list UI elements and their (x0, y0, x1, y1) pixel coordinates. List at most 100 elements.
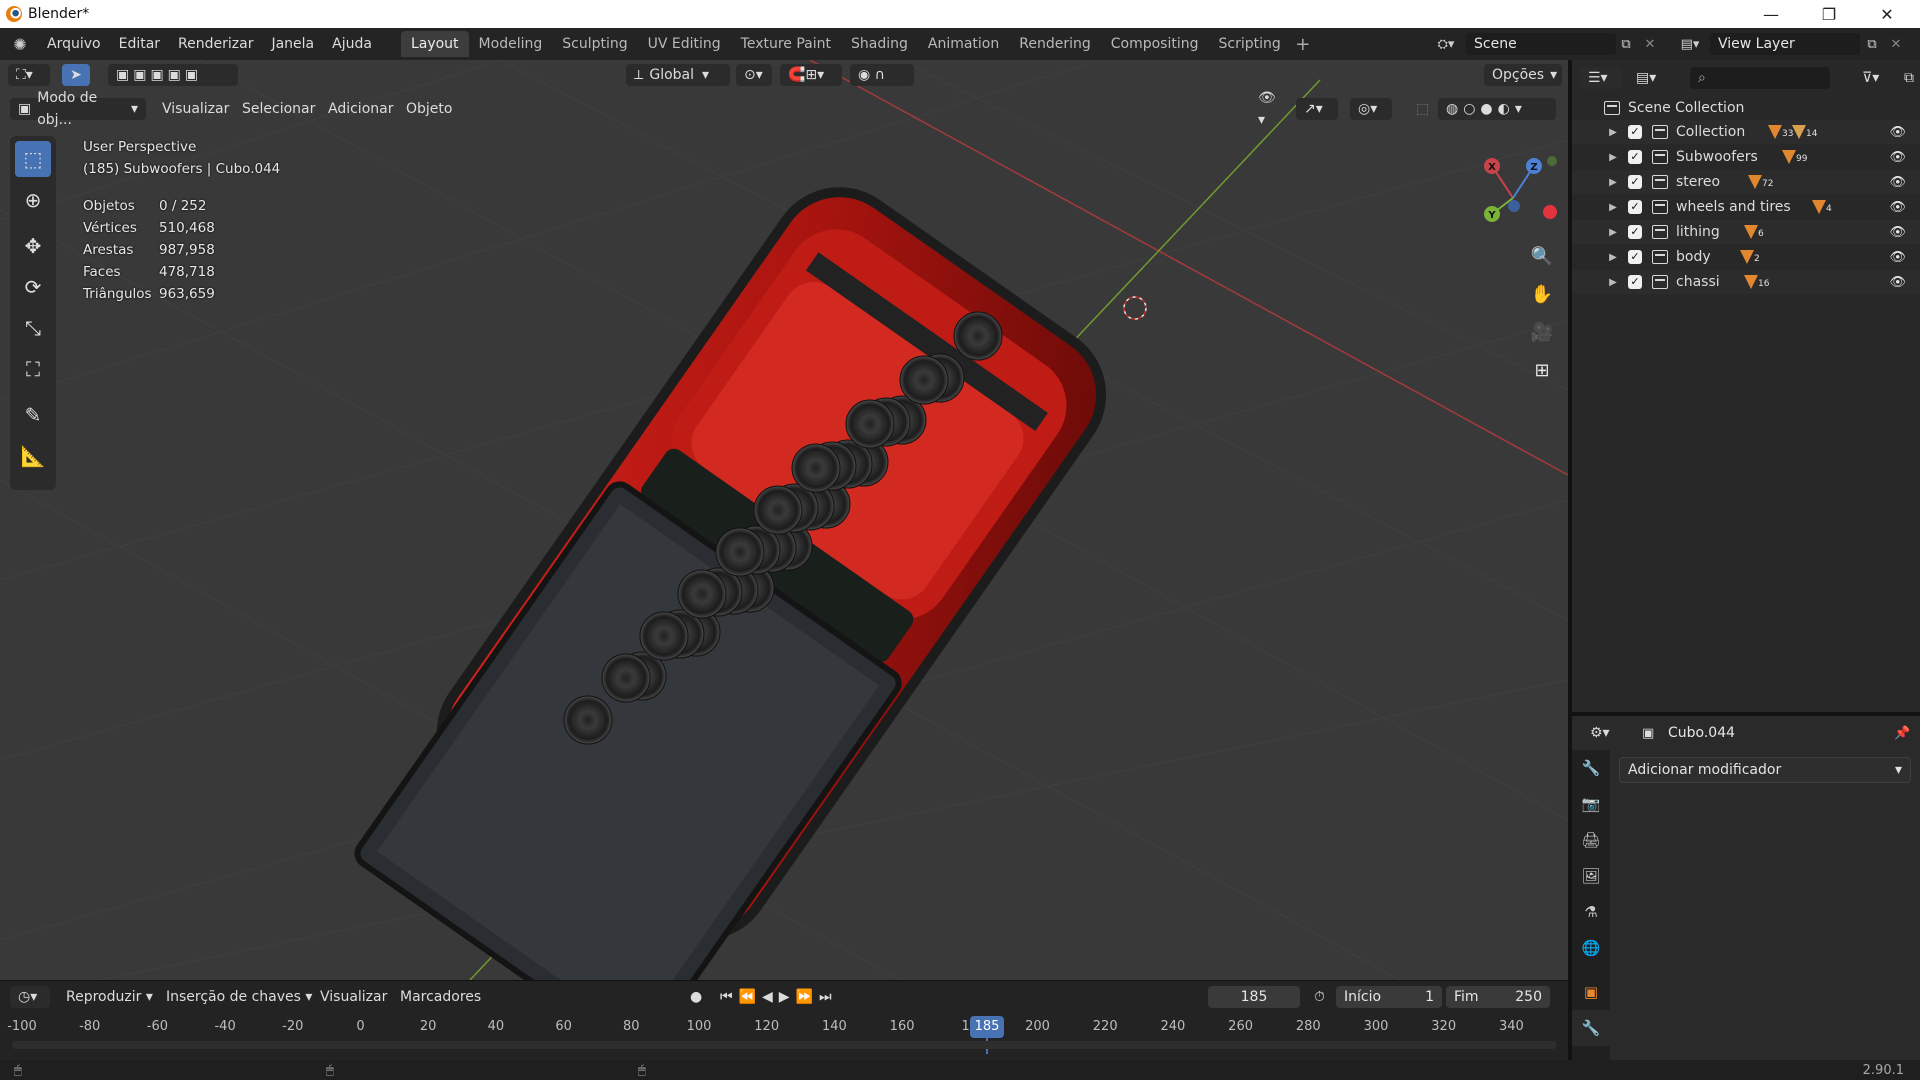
tab-animation[interactable]: Animation (918, 31, 1009, 57)
camera-view-icon[interactable]: 🎥 (1526, 316, 1558, 348)
outliner-collection-row[interactable]: ▶ ✓ Subwoofers 99 👁 (1572, 145, 1920, 169)
menu-adicionar[interactable]: Adicionar (320, 98, 401, 120)
display-mode-icon[interactable]: ▤▾ (1628, 67, 1666, 89)
gizmo-neg-y-axis[interactable] (1547, 156, 1557, 166)
render-tab-icon[interactable]: 📷 (1572, 786, 1610, 822)
close-button[interactable]: ✕ (1858, 0, 1916, 28)
shading-mode-buttons[interactable]: ◍○●◐▾ (1438, 98, 1556, 120)
tab-modeling[interactable]: Modeling (469, 31, 553, 57)
visibility-eye-icon[interactable]: 👁 (1889, 175, 1906, 190)
record-icon[interactable]: ● (682, 986, 706, 1008)
outliner-collection-row[interactable]: ▶ ✓ chassi 16 👁 (1572, 270, 1920, 294)
new-scene-icon[interactable]: ⧉ (1614, 33, 1638, 55)
expand-arrow-icon[interactable]: ▶ (1606, 227, 1620, 238)
menu-arquivo[interactable]: Arquivo (38, 32, 110, 56)
modifier-tab-icon[interactable]: 🔧 (1572, 1010, 1610, 1046)
expand-arrow-icon[interactable]: ▶ (1606, 152, 1620, 163)
menu-objeto[interactable]: Objeto (398, 98, 460, 120)
tab-sculpting[interactable]: Sculpting (552, 31, 637, 57)
exclude-checkbox[interactable]: ✓ (1628, 150, 1642, 164)
tab-compositing[interactable]: Compositing (1101, 31, 1209, 57)
outliner-scene-collection[interactable]: Scene Collection (1572, 96, 1920, 120)
end-frame-field[interactable]: Fim 250 (1446, 986, 1550, 1008)
select-box-icon[interactable]: ⬚ (15, 141, 51, 177)
menu-marcadores[interactable]: Marcadores (392, 986, 489, 1008)
maximize-button[interactable]: ❐ (1800, 0, 1858, 28)
scene-name-field[interactable]: Scene (1466, 33, 1616, 55)
add-workspace-icon[interactable]: + (1291, 34, 1315, 55)
new-view-layer-icon[interactable]: ⧉ (1860, 33, 1884, 55)
move-icon[interactable]: ✥ (15, 228, 51, 264)
tab-texture-paint[interactable]: Texture Paint (731, 31, 841, 57)
exclude-checkbox[interactable]: ✓ (1628, 125, 1642, 139)
current-frame-field[interactable]: 185 (1208, 986, 1300, 1008)
tab-uv-editing[interactable]: UV Editing (638, 31, 731, 57)
outliner-collection-row[interactable]: ▶ ✓ Collection 33 14 👁 (1572, 120, 1920, 144)
orientation-dropdown[interactable]: ⟂ Global ▾ (626, 64, 730, 86)
proportional-editing-icon[interactable]: ◉ ∩ (850, 64, 914, 86)
view-layer-field[interactable]: View Layer (1710, 33, 1860, 55)
measure-icon[interactable]: 📐 (15, 438, 51, 474)
annotate-icon[interactable]: ✎ (15, 397, 51, 433)
menu-editar[interactable]: Editar (110, 32, 169, 56)
editor-type-icon[interactable]: ⛶▾ (8, 64, 50, 86)
visibility-icon[interactable]: 👁▾ (1250, 90, 1290, 128)
timeline-scrollbar[interactable] (12, 1041, 1557, 1049)
properties-editor-type-icon[interactable]: ⚙▾ (1582, 722, 1624, 744)
transform-icon[interactable]: ⛶ (15, 351, 51, 387)
view-layer-tab-icon[interactable]: 🖼 (1572, 858, 1610, 894)
delete-view-layer-icon[interactable]: ✕ (1884, 33, 1908, 55)
expand-arrow-icon[interactable]: ▶ (1606, 252, 1620, 263)
gizmo-toggle-icon[interactable]: ↗▾ (1296, 98, 1338, 120)
outliner-editor-type-icon[interactable]: ☰▾ (1580, 67, 1622, 89)
timeline-editor-type-icon[interactable]: ◷▾ (10, 986, 50, 1008)
tool-tab-icon[interactable]: 🔧 (1572, 750, 1610, 786)
exclude-checkbox[interactable]: ✓ (1628, 200, 1642, 214)
outliner-collection-row[interactable]: ▶ ✓ lithing 6 👁 (1572, 220, 1920, 244)
playback-controls[interactable]: ⏮⏪◀▶⏩⏭ (712, 986, 862, 1008)
visibility-eye-icon[interactable]: 👁 (1889, 250, 1906, 265)
overlays-toggle-icon[interactable]: ◎▾ (1350, 98, 1392, 120)
new-collection-icon[interactable]: ⧉ (1896, 67, 1920, 89)
3d-viewport[interactable] (0, 60, 1568, 980)
timeline-ruler[interactable]: -100-80-60-40-20020406080100120140160182… (0, 1016, 1568, 1038)
filter-icon[interactable]: ⊽▾ (1854, 67, 1894, 89)
delete-scene-icon[interactable]: ✕ (1638, 33, 1662, 55)
tab-rendering[interactable]: Rendering (1009, 31, 1101, 57)
world-tab-icon[interactable]: 🌐 (1572, 930, 1610, 966)
object-tab-icon[interactable]: ▣ (1572, 974, 1610, 1010)
expand-arrow-icon[interactable]: ▶ (1606, 202, 1620, 213)
perspective-toggle-icon[interactable]: ⊞ (1526, 354, 1558, 386)
add-modifier-dropdown[interactable]: Adicionar modificador ▾ (1619, 757, 1911, 783)
visibility-eye-icon[interactable]: 👁 (1889, 275, 1906, 290)
tab-layout[interactable]: Layout (400, 31, 469, 57)
exclude-checkbox[interactable]: ✓ (1628, 275, 1642, 289)
navigation-gizmo[interactable]: X Z Y (1468, 150, 1558, 240)
outliner-collection-row[interactable]: ▶ ✓ stereo 72 👁 (1572, 170, 1920, 194)
exclude-checkbox[interactable]: ✓ (1628, 225, 1642, 239)
minimize-button[interactable]: — (1742, 0, 1800, 28)
menu-renderizar[interactable]: Renderizar (169, 32, 262, 56)
exclude-checkbox[interactable]: ✓ (1628, 250, 1642, 264)
view-layer-selector-icon[interactable]: ▤▾ (1674, 33, 1706, 55)
expand-arrow-icon[interactable]: ▶ (1606, 127, 1620, 138)
visibility-eye-icon[interactable]: 👁 (1889, 150, 1906, 165)
gizmo-neg-z-axis[interactable] (1508, 200, 1520, 212)
blender-menu-icon[interactable]: ✺ (8, 33, 32, 55)
start-frame-field[interactable]: Início 1 (1336, 986, 1442, 1008)
menu-visualizar-timeline[interactable]: Visualizar (312, 986, 395, 1008)
xray-icon[interactable]: ⬚ (1408, 98, 1430, 120)
outliner-search-input[interactable]: ⌕ (1690, 67, 1830, 89)
menu-ajuda[interactable]: Ajuda (323, 32, 381, 56)
scene-tab-icon[interactable]: ⚗ (1572, 894, 1610, 930)
cursor-icon[interactable]: ⊕ (15, 182, 51, 218)
menu-selecionar[interactable]: Selecionar (234, 98, 323, 120)
tab-shading[interactable]: Shading (841, 31, 918, 57)
snapping-icon[interactable]: 🧲⊞▾ (780, 64, 842, 86)
expand-arrow-icon[interactable]: ▶ (1606, 277, 1620, 288)
visibility-eye-icon[interactable]: 👁 (1889, 200, 1906, 215)
selection-mode-buttons[interactable]: ▣▣▣▣▣ (108, 64, 238, 86)
menu-visualizar[interactable]: Visualizar (154, 98, 237, 120)
exclude-checkbox[interactable]: ✓ (1628, 175, 1642, 189)
menu-janela[interactable]: Janela (262, 32, 323, 56)
